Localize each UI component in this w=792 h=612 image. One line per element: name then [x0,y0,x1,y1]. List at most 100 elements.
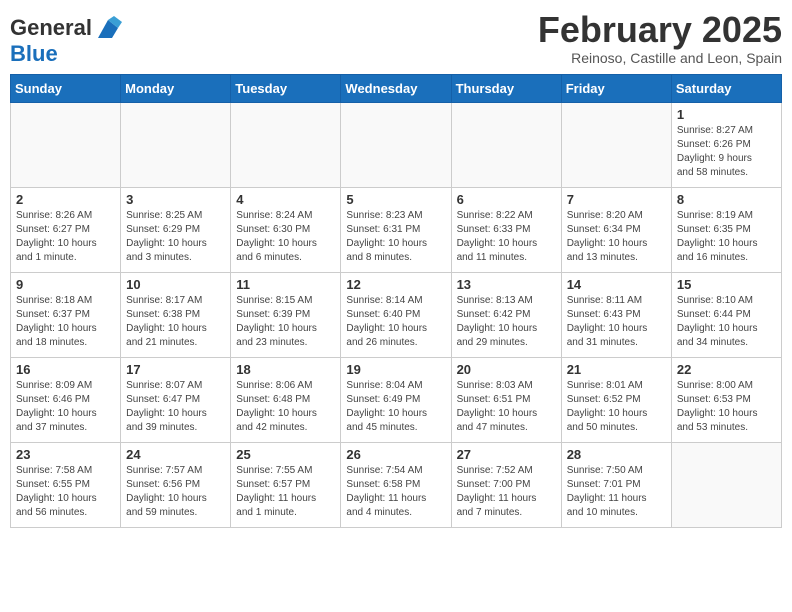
day-number: 22 [677,362,776,377]
day-header-sunday: Sunday [11,75,121,103]
day-number: 2 [16,192,115,207]
logo-icon [94,14,122,42]
day-number: 19 [346,362,445,377]
calendar-cell: 24 Sunrise: 7:57 AM Sunset: 6:56 PM Dayli… [121,443,231,528]
day-info: Sunrise: 8:03 AM Sunset: 6:51 PM Dayligh… [457,379,556,435]
calendar-cell: 13 Sunrise: 8:13 AM Sunset: 6:42 PM Dayli… [451,273,561,358]
day-number: 1 [677,107,776,122]
header: General Blue February 2025 Reinoso, Cast… [10,10,782,66]
day-info: Sunrise: 8:20 AM Sunset: 6:34 PM Dayligh… [567,209,666,265]
week-row-2: 2 Sunrise: 8:26 AM Sunset: 6:27 PM Daylig… [11,188,782,273]
month-title: February 2025 [538,10,782,50]
day-number: 9 [16,277,115,292]
day-number: 21 [567,362,666,377]
calendar-cell: 10Sunrise: 8:17 AM Sunset: 6:38 PM Dayli… [121,273,231,358]
day-number: 13 [457,277,556,292]
day-number: 8 [677,192,776,207]
day-info: Sunrise: 8:11 AM Sunset: 6:43 PM Dayligh… [567,294,666,350]
day-info: Sunrise: 8:00 AM Sunset: 6:53 PM Dayligh… [677,379,776,435]
day-info: Sunrise: 8:15 AM Sunset: 6:39 PM Dayligh… [236,294,335,350]
day-number: 26 [346,447,445,462]
calendar-cell: 4 Sunrise: 8:24 AM Sunset: 6:30 PM Daylig… [231,188,341,273]
calendar-header-row: SundayMondayTuesdayWednesdayThursdayFrid… [11,75,782,103]
day-number: 25 [236,447,335,462]
calendar-cell: 20 Sunrise: 8:03 AM Sunset: 6:51 PM Dayli… [451,358,561,443]
calendar-cell [341,103,451,188]
day-number: 18 [236,362,335,377]
day-header-tuesday: Tuesday [231,75,341,103]
subtitle: Reinoso, Castille and Leon, Spain [538,50,782,66]
day-header-monday: Monday [121,75,231,103]
day-number: 17 [126,362,225,377]
calendar-cell: 22 Sunrise: 8:00 AM Sunset: 6:53 PM Dayli… [671,358,781,443]
day-number: 15 [677,277,776,292]
logo: General Blue [10,14,122,66]
week-row-3: 9 Sunrise: 8:18 AM Sunset: 6:37 PM Daylig… [11,273,782,358]
day-info: Sunrise: 8:10 AM Sunset: 6:44 PM Dayligh… [677,294,776,350]
calendar: SundayMondayTuesdayWednesdayThursdayFrid… [10,74,782,528]
calendar-cell: 14 Sunrise: 8:11 AM Sunset: 6:43 PM Dayli… [561,273,671,358]
calendar-cell [451,103,561,188]
day-info: Sunrise: 7:58 AM Sunset: 6:55 PM Dayligh… [16,464,115,520]
day-header-thursday: Thursday [451,75,561,103]
day-number: 5 [346,192,445,207]
calendar-cell: 26 Sunrise: 7:54 AM Sunset: 6:58 PM Dayli… [341,443,451,528]
calendar-cell: 5 Sunrise: 8:23 AM Sunset: 6:31 PM Daylig… [341,188,451,273]
day-info: Sunrise: 7:57 AM Sunset: 6:56 PM Dayligh… [126,464,225,520]
calendar-cell: 11 Sunrise: 8:15 AM Sunset: 6:39 PM Dayli… [231,273,341,358]
day-info: Sunrise: 8:07 AM Sunset: 6:47 PM Dayligh… [126,379,225,435]
day-number: 11 [236,277,335,292]
calendar-cell [11,103,121,188]
calendar-cell: 7 Sunrise: 8:20 AM Sunset: 6:34 PM Daylig… [561,188,671,273]
calendar-cell: 16 Sunrise: 8:09 AM Sunset: 6:46 PM Dayli… [11,358,121,443]
day-info: Sunrise: 8:25 AM Sunset: 6:29 PM Dayligh… [126,209,225,265]
day-info: Sunrise: 8:04 AM Sunset: 6:49 PM Dayligh… [346,379,445,435]
calendar-cell: 15 Sunrise: 8:10 AM Sunset: 6:44 PM Dayli… [671,273,781,358]
calendar-cell: 12Sunrise: 8:14 AM Sunset: 6:40 PM Dayli… [341,273,451,358]
day-info: Sunrise: 8:18 AM Sunset: 6:37 PM Dayligh… [16,294,115,350]
calendar-cell: 9 Sunrise: 8:18 AM Sunset: 6:37 PM Daylig… [11,273,121,358]
day-info: Sunrise: 7:50 AM Sunset: 7:01 PM Dayligh… [567,464,666,520]
day-number: 23 [16,447,115,462]
calendar-cell: 19 Sunrise: 8:04 AM Sunset: 6:49 PM Dayli… [341,358,451,443]
day-info: Sunrise: 8:24 AM Sunset: 6:30 PM Dayligh… [236,209,335,265]
calendar-cell: 2 Sunrise: 8:26 AM Sunset: 6:27 PM Daylig… [11,188,121,273]
calendar-cell: 17 Sunrise: 8:07 AM Sunset: 6:47 PM Dayli… [121,358,231,443]
day-number: 24 [126,447,225,462]
day-number: 16 [16,362,115,377]
day-number: 14 [567,277,666,292]
day-number: 27 [457,447,556,462]
day-number: 20 [457,362,556,377]
day-info: Sunrise: 8:09 AM Sunset: 6:46 PM Dayligh… [16,379,115,435]
day-info: Sunrise: 8:26 AM Sunset: 6:27 PM Dayligh… [16,209,115,265]
calendar-cell: 1 Sunrise: 8:27 AM Sunset: 6:26 PM Daylig… [671,103,781,188]
calendar-cell: 23 Sunrise: 7:58 AM Sunset: 6:55 PM Dayli… [11,443,121,528]
day-info: Sunrise: 7:55 AM Sunset: 6:57 PM Dayligh… [236,464,335,520]
calendar-cell: 28 Sunrise: 7:50 AM Sunset: 7:01 PM Dayli… [561,443,671,528]
day-header-wednesday: Wednesday [341,75,451,103]
day-number: 7 [567,192,666,207]
day-number: 4 [236,192,335,207]
day-info: Sunrise: 8:27 AM Sunset: 6:26 PM Dayligh… [677,124,776,180]
day-number: 6 [457,192,556,207]
calendar-cell: 3 Sunrise: 8:25 AM Sunset: 6:29 PM Daylig… [121,188,231,273]
title-area: February 2025 Reinoso, Castille and Leon… [538,10,782,66]
day-info: Sunrise: 7:52 AM Sunset: 7:00 PM Dayligh… [457,464,556,520]
day-info: Sunrise: 7:54 AM Sunset: 6:58 PM Dayligh… [346,464,445,520]
calendar-cell: 6 Sunrise: 8:22 AM Sunset: 6:33 PM Daylig… [451,188,561,273]
week-row-5: 23 Sunrise: 7:58 AM Sunset: 6:55 PM Dayli… [11,443,782,528]
day-info: Sunrise: 8:13 AM Sunset: 6:42 PM Dayligh… [457,294,556,350]
week-row-4: 16 Sunrise: 8:09 AM Sunset: 6:46 PM Dayli… [11,358,782,443]
day-number: 28 [567,447,666,462]
week-row-1: 1 Sunrise: 8:27 AM Sunset: 6:26 PM Daylig… [11,103,782,188]
calendar-cell [671,443,781,528]
day-info: Sunrise: 8:22 AM Sunset: 6:33 PM Dayligh… [457,209,556,265]
calendar-cell: 8Sunrise: 8:19 AM Sunset: 6:35 PM Daylig… [671,188,781,273]
day-info: Sunrise: 8:23 AM Sunset: 6:31 PM Dayligh… [346,209,445,265]
day-number: 3 [126,192,225,207]
calendar-cell: 27 Sunrise: 7:52 AM Sunset: 7:00 PM Dayli… [451,443,561,528]
day-number: 12 [346,277,445,292]
calendar-cell [121,103,231,188]
day-info: Sunrise: 8:17 AM Sunset: 6:38 PM Dayligh… [126,294,225,350]
calendar-cell: 21Sunrise: 8:01 AM Sunset: 6:52 PM Dayli… [561,358,671,443]
